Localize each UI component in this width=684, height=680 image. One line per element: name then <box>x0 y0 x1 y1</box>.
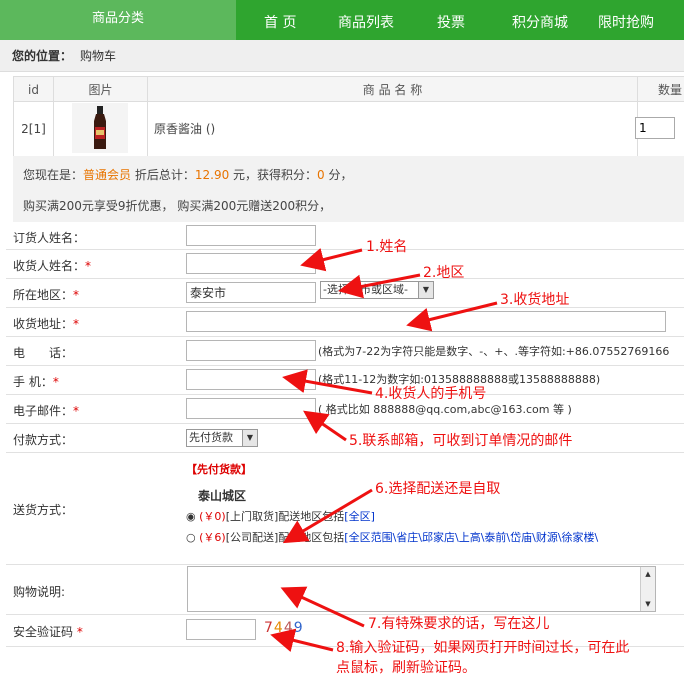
arrow-4 <box>282 369 373 395</box>
arrow-2 <box>338 273 421 299</box>
arrow-1 <box>300 247 363 272</box>
arrow-8 <box>270 628 334 652</box>
arrow-7 <box>280 586 365 628</box>
arrow-5 <box>303 410 347 442</box>
annotation-arrows <box>270 247 498 652</box>
arrow-6 <box>282 488 373 544</box>
arrow-3 <box>406 301 498 332</box>
